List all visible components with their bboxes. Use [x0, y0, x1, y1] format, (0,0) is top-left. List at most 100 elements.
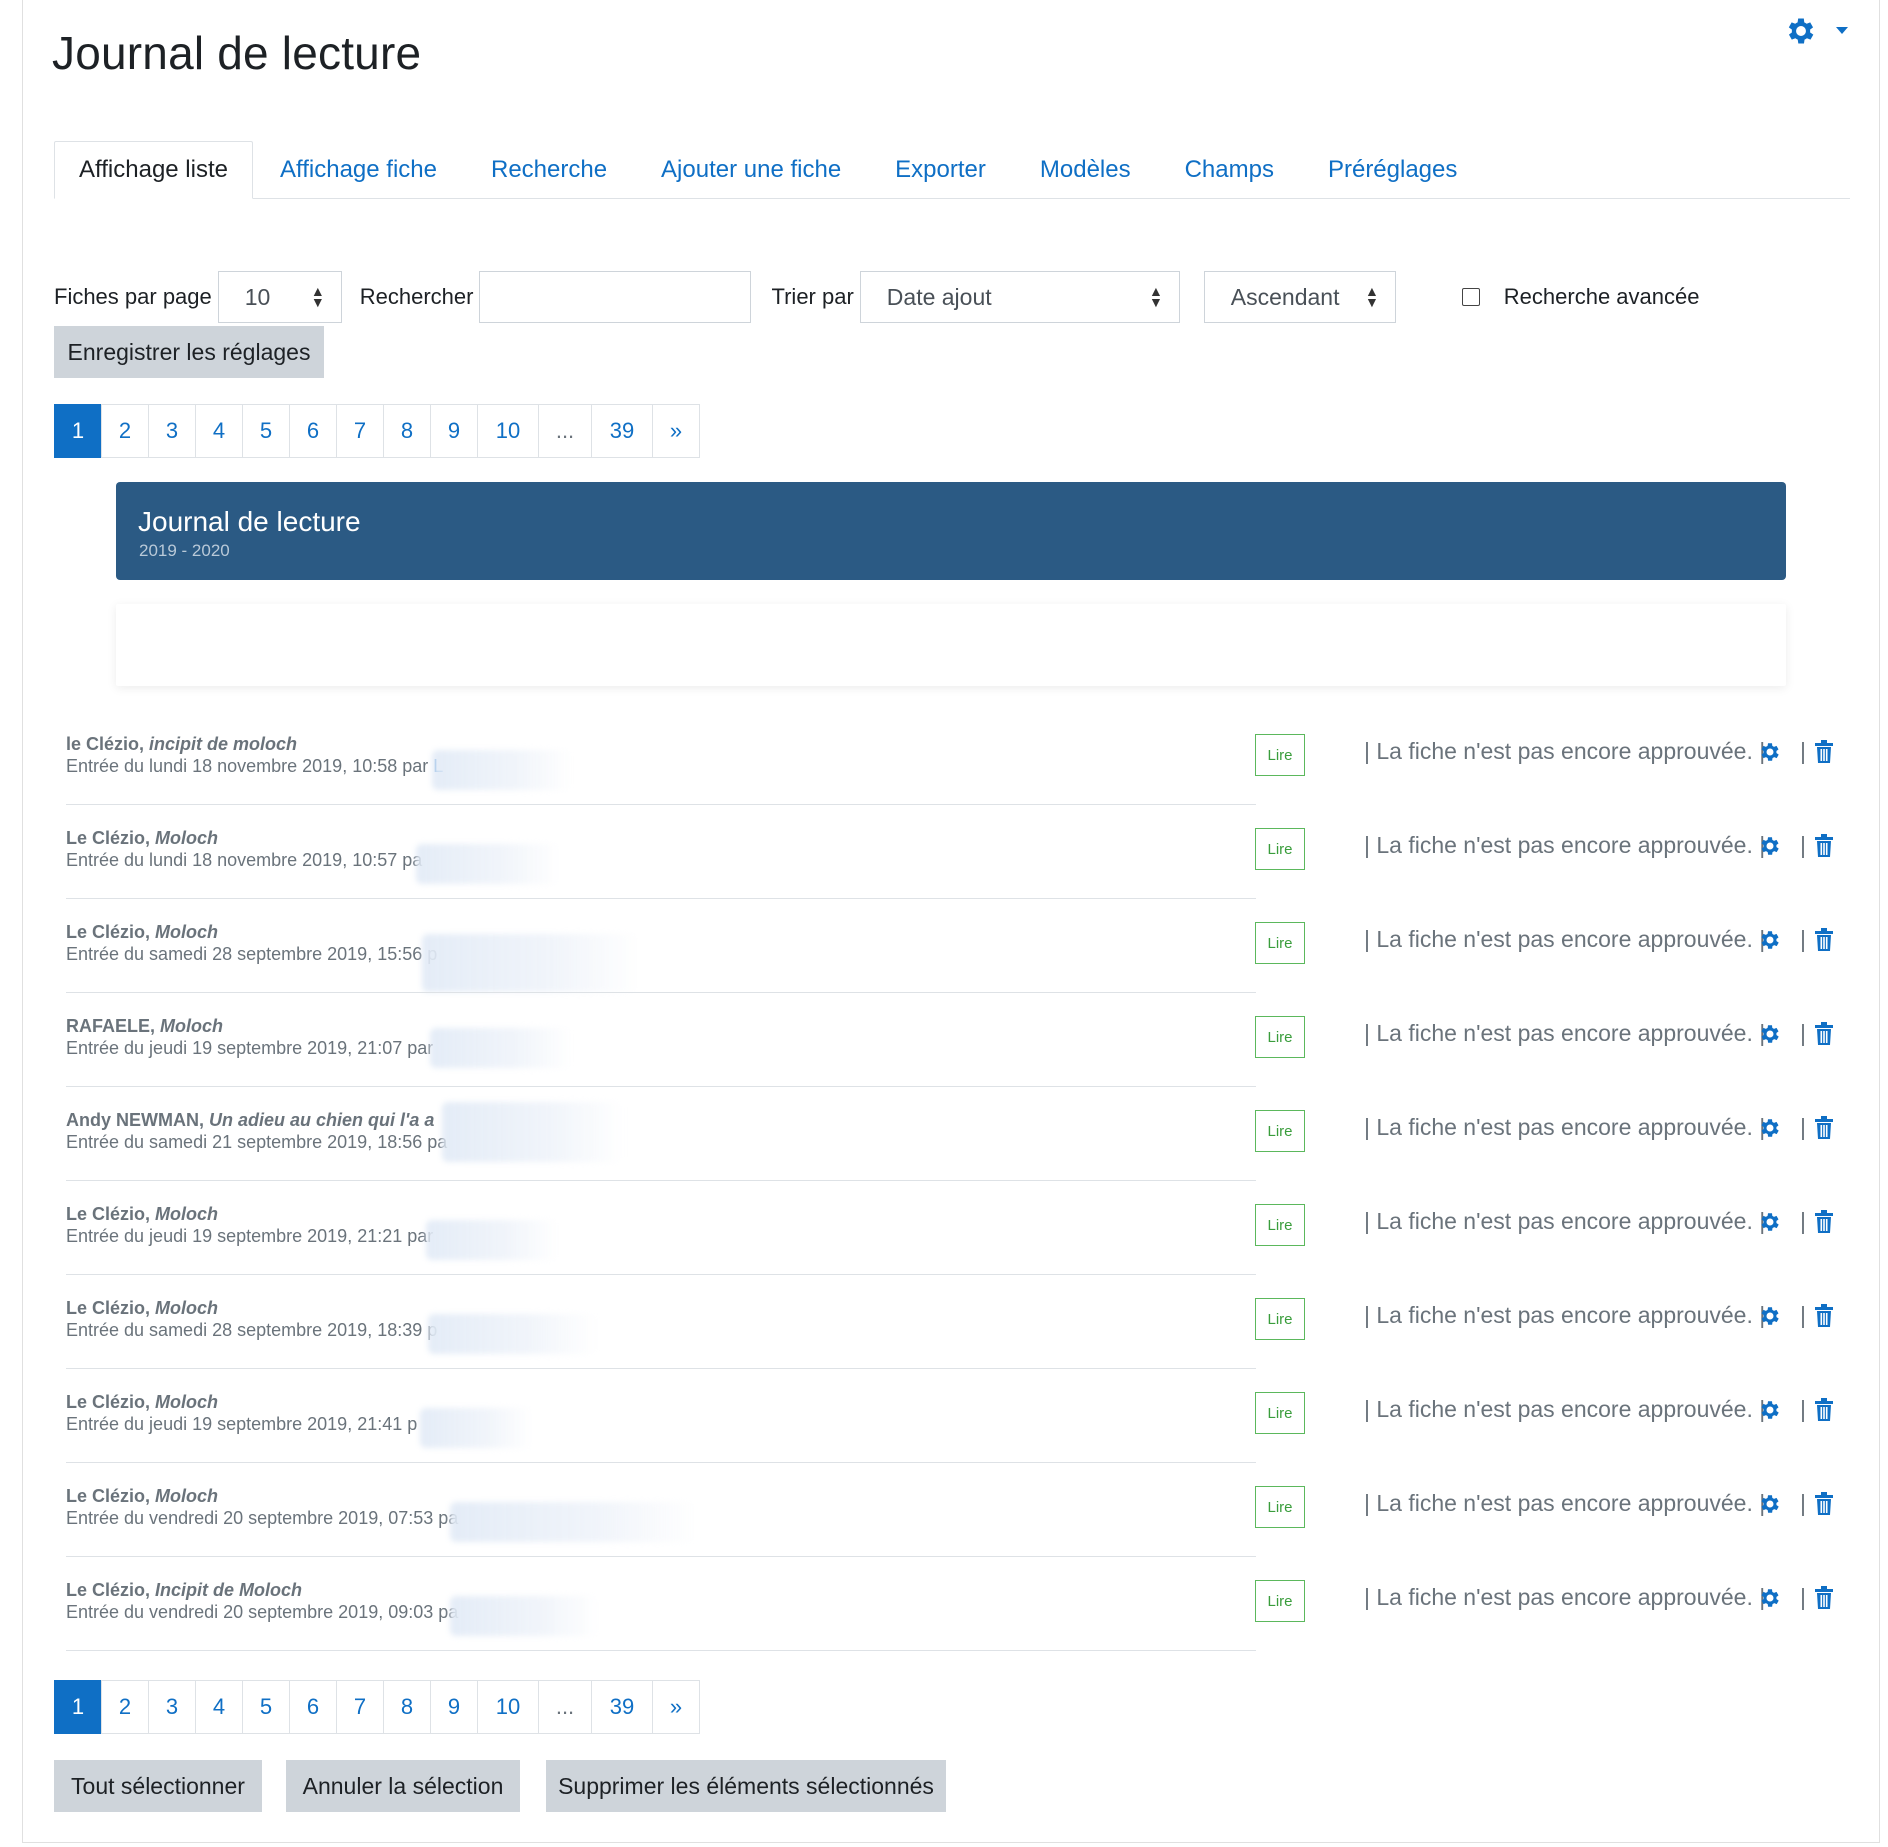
trash-icon[interactable] — [1814, 1492, 1834, 1521]
read-button[interactable]: Lire — [1255, 1204, 1305, 1246]
page-link[interactable]: 5 — [242, 404, 290, 458]
trash-icon[interactable] — [1814, 1210, 1834, 1239]
page-link[interactable]: 2 — [101, 404, 149, 458]
redacted-author — [430, 1028, 572, 1068]
trash-icon[interactable] — [1814, 1586, 1834, 1615]
tab-affichage-fiche[interactable]: Affichage fiche — [253, 141, 464, 199]
trash-icon[interactable] — [1814, 1022, 1834, 1051]
updown-caret-icon: ▲ ▼ — [1148, 283, 1163, 310]
page-settings-menu[interactable] — [1784, 14, 1848, 48]
read-button[interactable]: Lire — [1255, 734, 1305, 776]
page-link[interactable]: 1 — [54, 1680, 102, 1734]
edit-gear-icon[interactable] — [1758, 928, 1782, 957]
redacted-author — [450, 1502, 698, 1542]
sort-select[interactable]: Date ajout ▲ ▼ — [859, 271, 1180, 323]
tab-modeles[interactable]: Modèles — [1013, 141, 1158, 199]
tab-exporter[interactable]: Exporter — [868, 141, 1013, 199]
page-next[interactable]: » — [652, 1680, 700, 1734]
tab-ajouter-fiche[interactable]: Ajouter une fiche — [634, 141, 868, 199]
search-input[interactable] — [479, 271, 752, 323]
edit-gear-icon[interactable] — [1758, 1398, 1782, 1427]
trash-icon[interactable] — [1814, 834, 1834, 863]
entry-meta: Entrée du jeudi 19 septembre 2019, 21:41… — [66, 1414, 418, 1434]
entry-meta: Entrée du samedi 21 septembre 2019, 18:5… — [66, 1132, 448, 1152]
read-button[interactable]: Lire — [1255, 1392, 1305, 1434]
read-button[interactable]: Lire — [1255, 1110, 1305, 1152]
page-link-last[interactable]: 39 — [591, 1680, 653, 1734]
search-label: Rechercher — [359, 284, 474, 309]
approval-status: | La fiche n'est pas encore approuvée. | — [1364, 1208, 1766, 1234]
trash-icon[interactable] — [1814, 1116, 1834, 1145]
page-link[interactable]: 5 — [242, 1680, 290, 1734]
read-button[interactable]: Lire — [1255, 1016, 1305, 1058]
entry-meta: Entrée du vendredi 20 septembre 2019, 09… — [66, 1602, 459, 1622]
order-value: Ascendant — [1230, 283, 1340, 310]
page-link[interactable]: 1 — [54, 404, 102, 458]
read-button[interactable]: Lire — [1255, 1580, 1305, 1622]
per-page-select[interactable]: 10 ▲ ▼ — [217, 271, 342, 323]
delete-selected-button[interactable]: Supprimer les éléments sélectionnés — [546, 1760, 946, 1812]
page-link[interactable]: 10 — [477, 404, 539, 458]
entry-title: Le Clézio, Incipit de Moloch — [66, 1580, 303, 1600]
redacted-author — [420, 1408, 532, 1448]
separator: | — [1800, 1584, 1806, 1610]
tab-recherche[interactable]: Recherche — [464, 141, 634, 199]
page-next[interactable]: » — [652, 404, 700, 458]
redacted-author — [450, 1596, 600, 1636]
edit-gear-icon[interactable] — [1758, 1304, 1782, 1333]
save-settings-button[interactable]: Enregistrer les réglages — [54, 326, 324, 378]
tab-affichage-liste[interactable]: Affichage liste — [54, 141, 253, 199]
advanced-search-checkbox[interactable] — [1461, 288, 1480, 306]
page-link[interactable]: 2 — [101, 1680, 149, 1734]
order-select[interactable]: Ascendant ▲ ▼ — [1203, 271, 1396, 323]
list-item: le Clézio, incipit de moloch Entrée du l… — [0, 716, 1888, 810]
page-link[interactable]: 10 — [477, 1680, 539, 1734]
updown-caret-icon: ▲ ▼ — [1364, 283, 1379, 310]
list-item: Le Clézio, Moloch Entrée du jeudi 19 sep… — [0, 1186, 1888, 1280]
page-link[interactable]: 7 — [336, 1680, 384, 1734]
list-item: RAFAELE, Moloch Entrée du jeudi 19 septe… — [0, 998, 1888, 1092]
page-link[interactable]: 6 — [289, 404, 337, 458]
read-button[interactable]: Lire — [1255, 1486, 1305, 1528]
trash-icon[interactable] — [1814, 740, 1834, 769]
intro-card — [116, 604, 1786, 686]
entry-meta: Entrée du jeudi 19 septembre 2019, 21:21… — [66, 1226, 434, 1246]
edit-gear-icon[interactable] — [1758, 1022, 1782, 1051]
trash-icon[interactable] — [1814, 928, 1834, 957]
trash-icon[interactable] — [1814, 1304, 1834, 1333]
entry-title: Le Clézio, Moloch — [66, 922, 219, 942]
page-link[interactable]: 9 — [430, 1680, 478, 1734]
approval-status: | La fiche n'est pas encore approuvée. | — [1364, 1114, 1766, 1140]
approval-status: | La fiche n'est pas encore approuvée. | — [1364, 1396, 1766, 1422]
advanced-search-label: Recherche avancée — [1503, 284, 1700, 309]
deselect-all-button[interactable]: Annuler la sélection — [286, 1760, 520, 1812]
banner-subtitle: 2019 - 2020 — [139, 541, 230, 560]
tab-prereglages[interactable]: Préréglages — [1301, 141, 1484, 199]
page-ellipsis: ... — [538, 404, 592, 458]
page-link[interactable]: 8 — [383, 1680, 431, 1734]
page-link[interactable]: 7 — [336, 404, 384, 458]
page-link[interactable]: 8 — [383, 404, 431, 458]
edit-gear-icon[interactable] — [1758, 740, 1782, 769]
page-link[interactable]: 6 — [289, 1680, 337, 1734]
row-divider — [66, 1650, 1256, 1651]
page-link[interactable]: 9 — [430, 404, 478, 458]
edit-gear-icon[interactable] — [1758, 1210, 1782, 1239]
caret-down-icon — [1836, 27, 1848, 35]
edit-gear-icon[interactable] — [1758, 1492, 1782, 1521]
edit-gear-icon[interactable] — [1758, 1586, 1782, 1615]
page-link[interactable]: 4 — [195, 404, 243, 458]
page-link[interactable]: 4 — [195, 1680, 243, 1734]
edit-gear-icon[interactable] — [1758, 1116, 1782, 1145]
page-link[interactable]: 3 — [148, 404, 196, 458]
read-button[interactable]: Lire — [1255, 828, 1305, 870]
read-button[interactable]: Lire — [1255, 922, 1305, 964]
read-button[interactable]: Lire — [1255, 1298, 1305, 1340]
page-link[interactable]: 3 — [148, 1680, 196, 1734]
trash-icon[interactable] — [1814, 1398, 1834, 1427]
tab-champs[interactable]: Champs — [1158, 141, 1301, 199]
select-all-button[interactable]: Tout sélectionner — [54, 1760, 262, 1812]
page-link-last[interactable]: 39 — [591, 404, 653, 458]
edit-gear-icon[interactable] — [1758, 834, 1782, 863]
approval-status: | La fiche n'est pas encore approuvée. | — [1364, 832, 1766, 858]
